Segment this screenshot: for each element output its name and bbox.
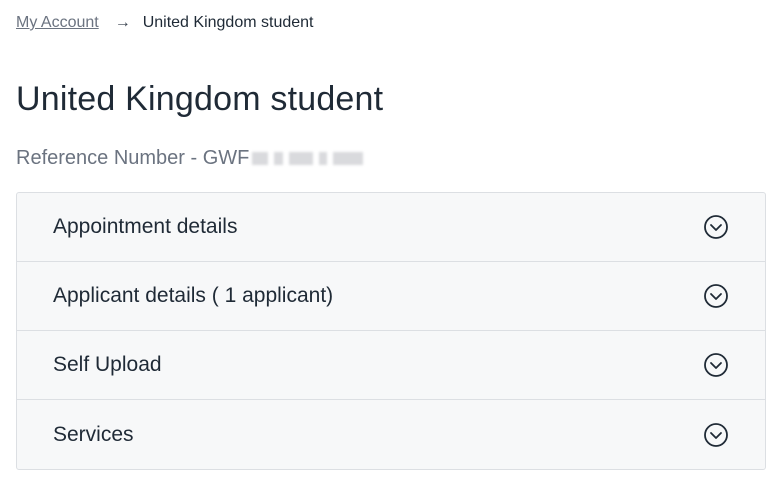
redaction-block [274,152,284,165]
breadcrumb-current: United Kingdom student [142,14,314,31]
accordion-appointment-details[interactable]: Appointment details [17,193,765,262]
accordion-applicant-details[interactable]: Applicant details ( 1 applicant) [17,262,765,331]
accordion: Appointment details Applicant details ( … [16,192,766,470]
reference-number: Reference Number - GWF [16,147,364,170]
redaction-block [252,152,269,165]
page-title: United Kingdom student [16,80,384,118]
reference-number-label: Reference Number - GWF [16,147,250,169]
redaction-block [289,152,314,165]
accordion-item-label: Self Upload [53,353,162,376]
accordion-self-upload[interactable]: Self Upload [17,331,765,400]
chevron-down-circle-icon[interactable] [703,283,729,309]
accordion-services[interactable]: Services [17,400,765,469]
breadcrumb-my-account-link[interactable]: My Account [16,13,99,33]
breadcrumb: My Account → United Kingdom student [16,13,313,33]
accordion-item-label: Appointment details [53,215,238,238]
accordion-item-label: Services [53,422,134,446]
accordion-item-label: Applicant details ( 1 applicant) [53,284,334,307]
redaction-block [333,152,364,165]
chevron-down-circle-icon[interactable] [703,214,729,240]
reference-number-redacted [252,152,364,165]
chevron-down-circle-icon[interactable] [703,422,729,448]
chevron-down-circle-icon[interactable] [703,352,729,378]
redaction-block [319,152,328,165]
arrow-right-icon: → [114,14,131,31]
